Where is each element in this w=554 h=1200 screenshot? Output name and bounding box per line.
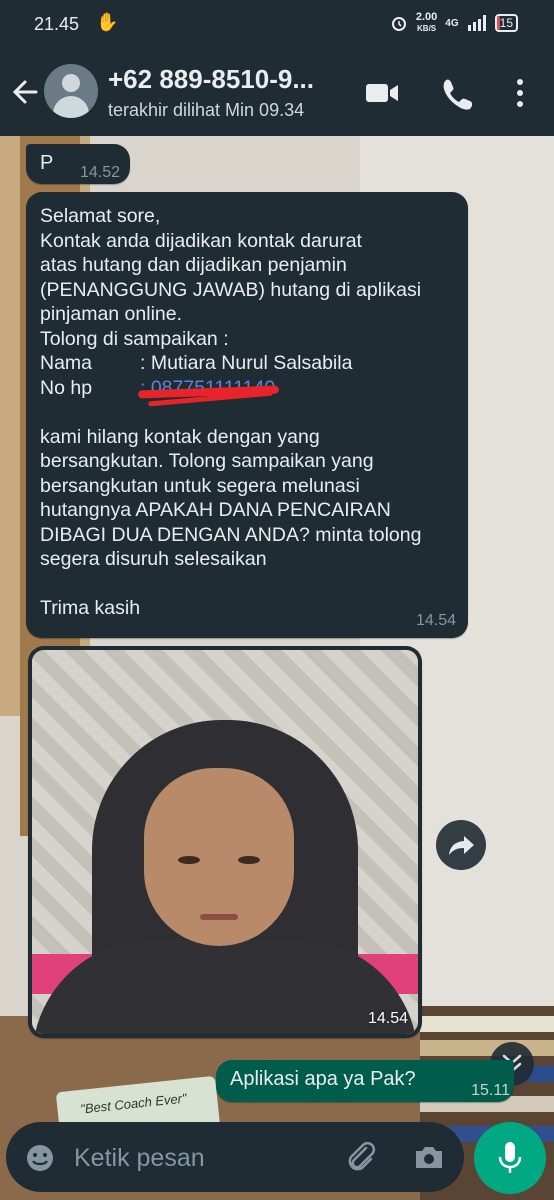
last-seen-status: terakhir dilihat Min 09.34 bbox=[108, 100, 305, 120]
emoji-icon[interactable] bbox=[24, 1142, 56, 1174]
attach-icon[interactable] bbox=[344, 1140, 378, 1174]
message-bubble-incoming[interactable]: Selamat sore, Kontak anda dijadikan kont… bbox=[26, 192, 468, 638]
message-text: P bbox=[40, 152, 54, 174]
message-time: 14.54 bbox=[367, 1010, 408, 1027]
message-input-bar: Ketik pesan bbox=[6, 1122, 464, 1192]
chat-area[interactable]: "Best Coach Ever" P 14.52 Selamat sore, … bbox=[0, 136, 554, 1200]
message-text: Aplikasi apa ya Pak? bbox=[230, 1068, 416, 1090]
voice-record-button[interactable] bbox=[474, 1122, 546, 1194]
message-bubble-outgoing[interactable]: Aplikasi apa ya Pak? 15.11 bbox=[216, 1060, 514, 1102]
status-bar: 21.45 ✋ 2.00 KB/S 4G 15 bbox=[0, 0, 554, 50]
message-time: 14.54 bbox=[415, 612, 456, 629]
message-time: 15.11 bbox=[471, 1082, 510, 1099]
camera-icon[interactable] bbox=[412, 1140, 446, 1174]
message-bubble-incoming[interactable]: P 14.52 bbox=[26, 144, 130, 184]
gesture-icon: ✋ bbox=[96, 12, 119, 32]
contact-name[interactable]: +62 889-8510-9... bbox=[108, 64, 314, 95]
network-type: 4G bbox=[445, 17, 459, 29]
signal-icon bbox=[467, 15, 486, 31]
message-text: Selamat sore, Kontak anda dijadikan kont… bbox=[40, 204, 460, 621]
photo-image[interactable] bbox=[32, 650, 418, 1034]
battery-indicator: 15 bbox=[494, 14, 518, 32]
message-lines-after: kami hilang kontak dengan yang bersangku… bbox=[40, 425, 422, 620]
net-speed: 2.00 KB/S bbox=[415, 11, 438, 34]
status-time: 21.45 bbox=[34, 14, 80, 34]
alarm-icon bbox=[391, 17, 406, 31]
avatar[interactable] bbox=[44, 64, 98, 118]
phone-value-redacted: : 087751111140 bbox=[137, 376, 280, 406]
message-time: 14.52 bbox=[79, 164, 120, 181]
message-input[interactable]: Ketik pesan bbox=[74, 1144, 205, 1173]
mic-icon bbox=[498, 1142, 522, 1173]
name-value: : Mutiara Nurul Salsabila bbox=[140, 352, 353, 374]
back-arrow-icon[interactable] bbox=[10, 72, 40, 112]
forward-button[interactable] bbox=[436, 820, 486, 870]
message-lines-before: Selamat sore, Kontak anda dijadikan kont… bbox=[40, 205, 422, 350]
message-bubble-image[interactable]: 14.54 bbox=[28, 646, 422, 1038]
phone-label: No hp bbox=[40, 376, 93, 399]
phone-call-icon[interactable] bbox=[440, 76, 472, 110]
more-vert-icon[interactable] bbox=[510, 76, 530, 110]
name-label: Nama bbox=[40, 352, 93, 374]
status-icons: 2.00 KB/S 4G 15 bbox=[390, 12, 518, 34]
chat-header: +62 889-8510-9... terakhir dilihat Min 0… bbox=[0, 50, 554, 136]
forward-icon bbox=[449, 836, 474, 855]
video-call-icon[interactable] bbox=[364, 76, 400, 110]
